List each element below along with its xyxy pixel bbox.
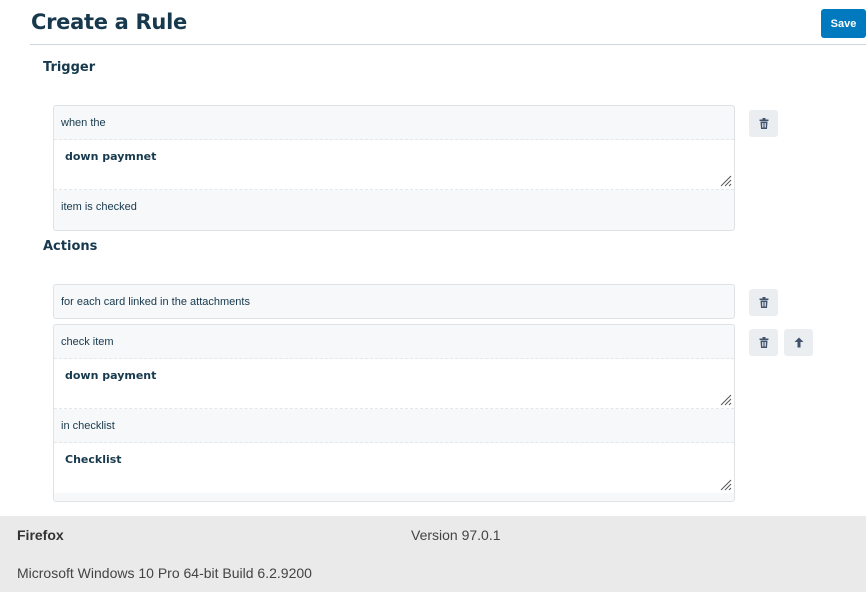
trash-icon (759, 337, 768, 348)
action-item-field-wrapper: down payment (54, 359, 734, 409)
action-prefix-text: check item (54, 325, 734, 359)
trash-icon (759, 118, 768, 129)
actions-section-title: Actions (43, 239, 98, 254)
action-check-item-card: check item down payment in checklist Che… (53, 324, 735, 502)
page-header: Create a Rule Save (30, 0, 866, 45)
os-info: Microsoft Windows 10 Pro 64-bit Build 6.… (17, 565, 312, 581)
action-scope-card: for each card linked in the attachments (53, 284, 735, 319)
trigger-section-title: Trigger (43, 60, 96, 75)
trigger-item-field-wrapper: down paymnet (54, 140, 734, 190)
page-title: Create a Rule (31, 10, 187, 34)
delete-trigger-button[interactable] (749, 110, 778, 137)
checklist-name-field[interactable]: Checklist (54, 443, 734, 493)
trigger-item-name-field[interactable]: down paymnet (54, 140, 734, 189)
browser-version: Version 97.0.1 (411, 527, 501, 543)
browser-name: Firefox (17, 527, 64, 543)
checklist-field-wrapper: Checklist (54, 443, 734, 493)
delete-action-button[interactable] (749, 329, 778, 356)
checklist-prefix-text: in checklist (54, 409, 734, 443)
delete-scope-button[interactable] (749, 289, 778, 316)
trigger-suffix-text: item is checked (61, 201, 137, 213)
move-action-up-button[interactable] (784, 329, 813, 356)
trigger-card: when the down paymnet item is checked (53, 105, 735, 231)
action-scope-text: for each card linked in the attachments (61, 296, 250, 308)
browser-info-footer: Firefox Version 97.0.1 Microsoft Windows… (0, 516, 866, 592)
action-item-name-field[interactable]: down payment (54, 359, 734, 408)
arrow-up-icon (794, 337, 803, 348)
trash-icon (759, 297, 768, 308)
trigger-prefix-text: when the (54, 106, 734, 140)
save-button[interactable]: Save (821, 9, 866, 38)
